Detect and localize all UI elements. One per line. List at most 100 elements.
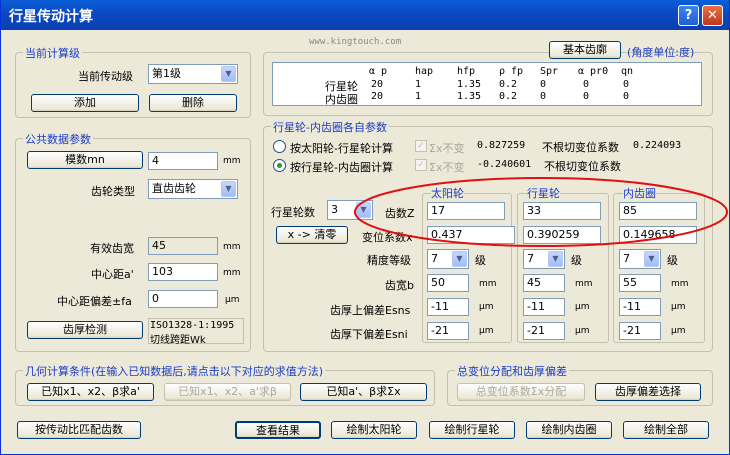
dev-unit: μm <box>671 302 686 312</box>
planet-grade-value: 7 <box>527 252 534 265</box>
cell: 0 <box>623 91 630 102</box>
cell: 0 <box>583 79 590 90</box>
cell: 0 <box>583 91 590 102</box>
center-distance-input[interactable]: 103 <box>148 263 218 281</box>
module-input[interactable]: 4 <box>148 152 218 170</box>
chevron-down-icon[interactable]: ▼ <box>452 251 467 267</box>
radio-planet-ring[interactable] <box>273 159 286 172</box>
cell: 0.2 <box>499 91 518 102</box>
planet-ring-params-label: 行星轮-内齿圈各自参数 <box>271 119 389 135</box>
tooth-type-select[interactable]: 直齿齿轮 ▼ <box>148 179 238 199</box>
geometry-conditions-label: 几何计算条件(在输入已知数据后,请点击以下对应的求值方法) <box>23 363 326 379</box>
col-header: Spr <box>540 66 559 77</box>
chevron-down-icon[interactable]: ▼ <box>221 66 236 82</box>
col-header: qn <box>621 66 634 77</box>
basic-profile-button[interactable]: 基本齿廓 <box>549 41 621 59</box>
chevron-down-icon[interactable]: ▼ <box>644 251 659 267</box>
angle-unit-note: (角度单位:度) <box>627 46 695 59</box>
sun-width-input[interactable]: 50 <box>427 274 469 292</box>
planet-upper-dev-input[interactable]: -11 <box>523 298 565 316</box>
current-level-group-label: 当前计算级 <box>23 45 82 61</box>
window-title: 行星传动计算 <box>9 9 93 25</box>
center-distance-unit: mm <box>223 268 241 278</box>
chevron-down-icon[interactable]: ▼ <box>548 251 563 267</box>
sigma-x-fixed-checkbox-1: ✓ <box>415 140 427 152</box>
delete-button[interactable]: 删除 <box>149 94 237 112</box>
dev-unit: μm <box>575 326 590 336</box>
current-level-value: 第1级 <box>152 67 181 80</box>
center-deviation-label: 中心距偏差±fa <box>57 295 132 308</box>
sun-grade-value: 7 <box>431 252 438 265</box>
center-distance-label: 中心距a' <box>91 268 134 281</box>
width-unit: mm <box>575 279 593 289</box>
cell: 0 <box>623 79 630 90</box>
cell: 1.35 <box>457 91 482 102</box>
current-level-label: 当前传动级 <box>78 70 133 83</box>
inspect-standard-line2: 切线跨距Wk <box>150 335 206 346</box>
col-header: α pr0 <box>578 66 609 77</box>
help-button[interactable]: ? <box>678 5 699 26</box>
sigma-x-value-2: -0.240601 <box>477 159 532 170</box>
match-teeth-button[interactable]: 按传动比匹配齿数 <box>17 421 141 439</box>
view-results-button[interactable]: 查看结果 <box>235 421 321 439</box>
row-name: 内齿圈 <box>325 93 358 106</box>
thickness-deviation-button[interactable]: 齿厚偏差选择 <box>595 383 701 401</box>
ring-width-input[interactable]: 55 <box>619 274 661 292</box>
draw-sun-gear-button[interactable]: 绘制太阳轮 <box>331 421 417 439</box>
width-label: 齿宽b <box>385 279 414 292</box>
draw-planet-gear-button[interactable]: 绘制行星轮 <box>429 421 515 439</box>
sigma-x-fixed-checkbox-2: ✓ <box>415 159 427 171</box>
dev-unit: μm <box>671 326 686 336</box>
center-deviation-input[interactable]: 0 <box>148 290 218 308</box>
grade-unit: 级 <box>571 254 582 267</box>
dev-unit: μm <box>575 302 590 312</box>
effective-width-unit: mm <box>223 242 241 252</box>
upper-dev-label: 齿厚上偏差Esns <box>330 304 411 317</box>
inspect-standard-box: ISO1328-1:1995 切线跨距Wk <box>148 318 244 346</box>
module-unit: mm <box>223 156 241 166</box>
shift-distribution-label: 总变位分配和齿厚偏差 <box>455 363 569 379</box>
module-button[interactable]: 模数mn <box>27 151 143 169</box>
grade-unit: 级 <box>667 254 678 267</box>
sigma-x-fixed-label-1: Σx不变 <box>429 142 465 155</box>
sun-upper-dev-input[interactable]: -11 <box>427 298 469 316</box>
planet-count-label: 行星轮数 <box>271 206 315 219</box>
radio-sun-planet-label[interactable]: 按太阳轮-行星轮计算 <box>290 140 393 156</box>
grade-unit: 级 <box>475 254 486 267</box>
cell: 1 <box>415 79 422 90</box>
clear-x-button[interactable]: x -> 清零 <box>276 226 348 244</box>
planet-count-value: 3 <box>331 203 338 216</box>
center-deviation-unit: μm <box>225 295 240 305</box>
planet-lower-dev-input[interactable]: -21 <box>523 322 565 340</box>
tooth-type-label: 齿轮类型 <box>91 185 135 198</box>
ring-lower-dev-input[interactable]: -21 <box>619 322 661 340</box>
solve-beta-button: 已知x1、x2、a'求β <box>164 383 291 401</box>
planet-grade-select[interactable]: 7 ▼ <box>523 249 565 269</box>
col-header: α p <box>369 66 388 77</box>
add-button[interactable]: 添加 <box>31 94 139 112</box>
effective-width-label: 有效齿宽 <box>90 242 134 255</box>
solve-sigma-x-button[interactable]: 已知a'、β求Σx <box>300 383 427 401</box>
chevron-down-icon[interactable]: ▼ <box>221 181 236 197</box>
basic-profile-table: α p hap hfp ρ fp Spr α pr0 qn 行星轮 20 1 1… <box>272 62 702 106</box>
dev-unit: μm <box>479 326 494 336</box>
cell: 20 <box>371 79 384 90</box>
ring-upper-dev-input[interactable]: -11 <box>619 298 661 316</box>
current-level-select[interactable]: 第1级 ▼ <box>148 64 238 84</box>
thickness-inspect-button[interactable]: 齿厚检测 <box>27 321 143 339</box>
draw-all-button[interactable]: 绘制全部 <box>623 421 709 439</box>
close-button[interactable]: ✕ <box>702 5 723 26</box>
width-unit: mm <box>479 279 497 289</box>
planet-width-input[interactable]: 45 <box>523 274 565 292</box>
radio-sun-planet[interactable] <box>273 140 286 153</box>
watermark-text: www.kingtouch.com <box>309 37 402 47</box>
ring-grade-select[interactable]: 7 ▼ <box>619 249 661 269</box>
sigma-x-distribute-button: 总变位系数Σx分配 <box>457 383 585 401</box>
sun-grade-select[interactable]: 7 ▼ <box>427 249 469 269</box>
tooth-type-value: 直齿齿轮 <box>152 182 196 195</box>
draw-ring-gear-button[interactable]: 绘制内齿圈 <box>526 421 612 439</box>
solve-center-distance-button[interactable]: 已知x1、x2、β求a' <box>27 383 154 401</box>
grade-label: 精度等级 <box>367 254 411 267</box>
dialog-window: 行星传动计算 ? ✕ 当前计算级 当前传动级 第1级 ▼ 添加 删除 公共数据参数… <box>0 0 730 455</box>
sun-lower-dev-input[interactable]: -21 <box>427 322 469 340</box>
